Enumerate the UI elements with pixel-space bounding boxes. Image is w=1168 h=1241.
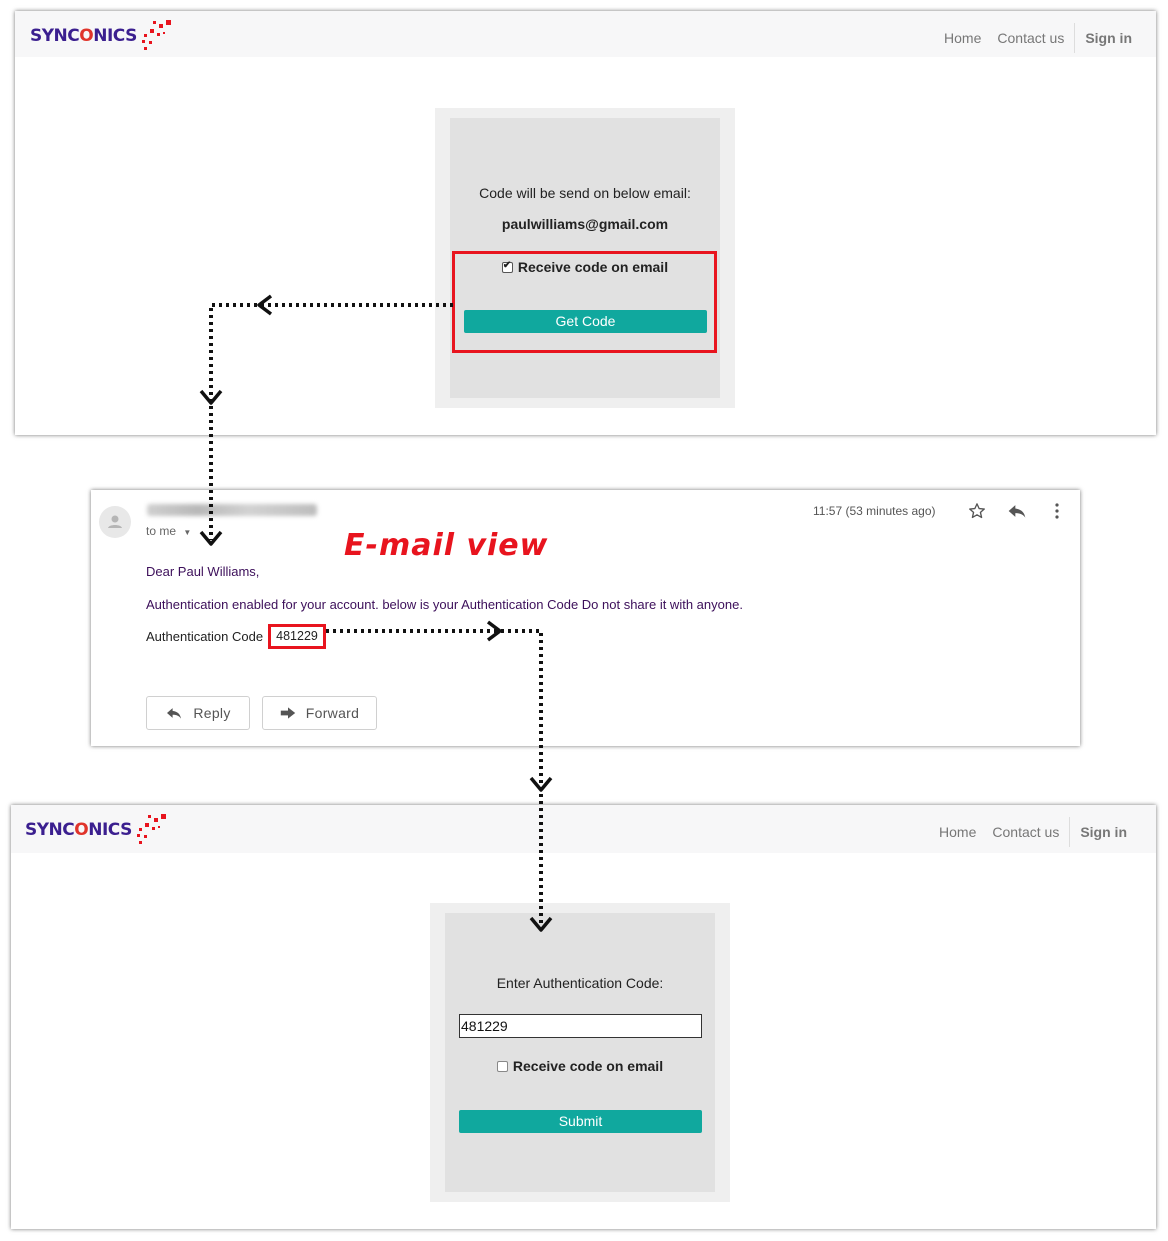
step1-screen: SYNCONICS Home Contact us Sign in Code w… [15,11,1156,435]
logo-mark-icon [141,20,171,50]
synconics-logo[interactable]: SYNCONICS [25,814,169,845]
verify-code-card: Enter Authentication Code: 481229 Receiv… [445,913,715,1192]
email-timestamp: 11:57 (53 minutes ago) [813,504,936,518]
navbar: SYNCONICS Home Contact us Sign in [15,11,1156,57]
star-icon[interactable] [968,502,986,520]
step2-screen: SYNCONICS Home Contact us Sign in Enter … [11,805,1156,1229]
verify-code-card-frame: Enter Authentication Code: 481229 Receiv… [430,903,730,1202]
highlight-frame [452,251,717,353]
reply-icon[interactable] [1007,502,1027,520]
email-view-annotation: E-mail view [344,528,549,563]
email-view-panel: to me ▼ 11:57 (53 minutes ago) Dear Paul… [91,490,1080,746]
code-entry-instruction: Enter Authentication Code: [496,975,664,991]
reply-arrow-icon [167,708,182,719]
user-email: paulwilliams@gmail.com [501,216,669,232]
receive-code-checkbox[interactable] [496,1061,508,1072]
receive-code-option[interactable]: Receive code on email [445,1058,715,1074]
synconics-logo[interactable]: SYNCONICS [30,20,174,51]
submit-button[interactable]: Submit [459,1110,702,1133]
email-greeting: Dear Paul Williams, [146,564,260,579]
sender-address-redacted [147,504,317,516]
email-body: Authentication enabled for your account.… [146,597,743,612]
auth-code-value: 481229 [268,624,326,649]
nav-home-link[interactable]: Home [939,824,976,840]
receive-code-label: Receive code on email [512,1058,664,1074]
get-code-card-frame: Code will be send on below email: paulwi… [435,108,735,408]
nav-home-link[interactable]: Home [944,30,981,46]
nav-contact-link[interactable]: Contact us [997,30,1064,46]
nav-divider [1074,23,1076,53]
logo-mark-icon [136,814,166,844]
nav-signin-link[interactable]: Sign in [1080,824,1127,840]
auth-code-input[interactable]: 481229 [459,1014,702,1038]
chevron-down-icon[interactable]: ▼ [183,528,191,537]
nav-contact-link[interactable]: Contact us [992,824,1059,840]
recipient-label[interactable]: to me ▼ [146,524,191,538]
arrowhead-down-3 [529,776,553,792]
nav-signin-link[interactable]: Sign in [1085,30,1132,46]
auth-code-label: Authentication Code [146,629,264,644]
reply-button[interactable]: Reply [146,696,250,730]
nav-divider [1069,817,1071,847]
forward-arrow-icon [280,707,295,719]
person-icon [108,515,122,528]
more-options-icon[interactable] [1051,502,1063,520]
navbar: SYNCONICS Home Contact us Sign in [11,805,1156,853]
code-instruction: Code will be send on below email: [479,185,691,201]
sender-avatar [99,506,131,538]
forward-button[interactable]: Forward [262,696,377,730]
